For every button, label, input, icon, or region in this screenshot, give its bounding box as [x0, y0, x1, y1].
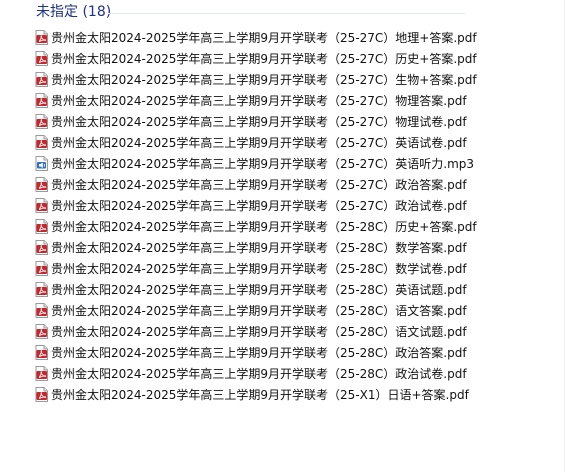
- file-name: 贵州金太阳2024-2025学年高三上学期9月开学联考（25-28C）语文试题.…: [51, 325, 467, 339]
- file-name: 贵州金太阳2024-2025学年高三上学期9月开学联考（25-X1）日语+答案.…: [51, 388, 469, 402]
- file-name: 贵州金太阳2024-2025学年高三上学期9月开学联考（25-27C）物理试卷.…: [51, 115, 467, 129]
- file-list: 贵州金太阳2024-2025学年高三上学期9月开学联考（25-27C）地理+答案…: [32, 27, 477, 405]
- file-name: 贵州金太阳2024-2025学年高三上学期9月开学联考（25-28C）政治答案.…: [51, 346, 467, 360]
- file-item[interactable]: 贵州金太阳2024-2025学年高三上学期9月开学联考（25-27C）英语听力.…: [32, 153, 477, 174]
- file-item[interactable]: 贵州金太阳2024-2025学年高三上学期9月开学联考（25-27C）历史+答案…: [32, 48, 477, 69]
- file-item[interactable]: 贵州金太阳2024-2025学年高三上学期9月开学联考（25-27C）生物+答案…: [32, 69, 477, 90]
- file-name: 贵州金太阳2024-2025学年高三上学期9月开学联考（25-28C）英语试题.…: [51, 283, 467, 297]
- file-name: 贵州金太阳2024-2025学年高三上学期9月开学联考（25-27C）物理答案.…: [51, 94, 467, 108]
- group-header-unspecified[interactable]: 未指定 (18): [36, 2, 111, 22]
- pdf-icon: [32, 30, 51, 45]
- file-name: 贵州金太阳2024-2025学年高三上学期9月开学联考（25-27C）地理+答案…: [51, 31, 477, 45]
- file-item[interactable]: 贵州金太阳2024-2025学年高三上学期9月开学联考（25-27C）物理试卷.…: [32, 111, 477, 132]
- file-item[interactable]: 贵州金太阳2024-2025学年高三上学期9月开学联考（25-28C）政治试卷.…: [32, 363, 477, 384]
- file-item[interactable]: 贵州金太阳2024-2025学年高三上学期9月开学联考（25-27C）英语试卷.…: [32, 132, 477, 153]
- group-divider: [108, 13, 465, 14]
- pdf-icon: [32, 198, 51, 213]
- file-name: 贵州金太阳2024-2025学年高三上学期9月开学联考（25-28C）数学答案.…: [51, 241, 467, 255]
- file-name: 贵州金太阳2024-2025学年高三上学期9月开学联考（25-28C）政治试卷.…: [51, 367, 467, 381]
- pdf-icon: [32, 240, 51, 255]
- pdf-icon: [32, 114, 51, 129]
- pdf-icon: [32, 51, 51, 66]
- file-item[interactable]: 贵州金太阳2024-2025学年高三上学期9月开学联考（25-28C）语文试题.…: [32, 321, 477, 342]
- pdf-icon: [32, 366, 51, 381]
- file-item[interactable]: 贵州金太阳2024-2025学年高三上学期9月开学联考（25-27C）物理答案.…: [32, 90, 477, 111]
- pdf-icon: [32, 303, 51, 318]
- file-name: 贵州金太阳2024-2025学年高三上学期9月开学联考（25-28C）数学试卷.…: [51, 262, 467, 276]
- pdf-icon: [32, 282, 51, 297]
- file-item[interactable]: 贵州金太阳2024-2025学年高三上学期9月开学联考（25-27C）政治答案.…: [32, 174, 477, 195]
- file-name: 贵州金太阳2024-2025学年高三上学期9月开学联考（25-27C）政治试卷.…: [51, 199, 467, 213]
- file-name: 贵州金太阳2024-2025学年高三上学期9月开学联考（25-28C）历史+答案…: [51, 220, 477, 234]
- pdf-icon: [32, 261, 51, 276]
- pdf-icon: [32, 345, 51, 360]
- pdf-icon: [32, 219, 51, 234]
- file-item[interactable]: 贵州金太阳2024-2025学年高三上学期9月开学联考（25-28C）英语试题.…: [32, 279, 477, 300]
- file-item[interactable]: 贵州金太阳2024-2025学年高三上学期9月开学联考（25-27C）政治试卷.…: [32, 195, 477, 216]
- file-name: 贵州金太阳2024-2025学年高三上学期9月开学联考（25-27C）生物+答案…: [51, 73, 477, 87]
- file-name: 贵州金太阳2024-2025学年高三上学期9月开学联考（25-27C）英语试卷.…: [51, 136, 467, 150]
- pdf-icon: [32, 72, 51, 87]
- file-name: 贵州金太阳2024-2025学年高三上学期9月开学联考（25-27C）英语听力.…: [51, 157, 475, 171]
- file-name: 贵州金太阳2024-2025学年高三上学期9月开学联考（25-28C）语文答案.…: [51, 304, 467, 318]
- file-item[interactable]: 贵州金太阳2024-2025学年高三上学期9月开学联考（25-28C）数学答案.…: [32, 237, 477, 258]
- file-explorer-pane: 未指定 (18) 贵州金太阳2024-2025学年高三上学期9月开学联考（25-…: [0, 0, 565, 472]
- pdf-icon: [32, 93, 51, 108]
- pdf-icon: [32, 177, 51, 192]
- file-item[interactable]: 贵州金太阳2024-2025学年高三上学期9月开学联考（25-28C）历史+答案…: [32, 216, 477, 237]
- file-item[interactable]: 贵州金太阳2024-2025学年高三上学期9月开学联考（25-28C）政治答案.…: [32, 342, 477, 363]
- file-item[interactable]: 贵州金太阳2024-2025学年高三上学期9月开学联考（25-X1）日语+答案.…: [32, 384, 477, 405]
- pdf-icon: [32, 387, 51, 402]
- audio-icon: [32, 156, 51, 171]
- file-name: 贵州金太阳2024-2025学年高三上学期9月开学联考（25-27C）历史+答案…: [51, 52, 477, 66]
- file-item[interactable]: 贵州金太阳2024-2025学年高三上学期9月开学联考（25-28C）语文答案.…: [32, 300, 477, 321]
- file-name: 贵州金太阳2024-2025学年高三上学期9月开学联考（25-27C）政治答案.…: [51, 178, 467, 192]
- file-item[interactable]: 贵州金太阳2024-2025学年高三上学期9月开学联考（25-28C）数学试卷.…: [32, 258, 477, 279]
- file-item[interactable]: 贵州金太阳2024-2025学年高三上学期9月开学联考（25-27C）地理+答案…: [32, 27, 477, 48]
- pdf-icon: [32, 324, 51, 339]
- pdf-icon: [32, 135, 51, 150]
